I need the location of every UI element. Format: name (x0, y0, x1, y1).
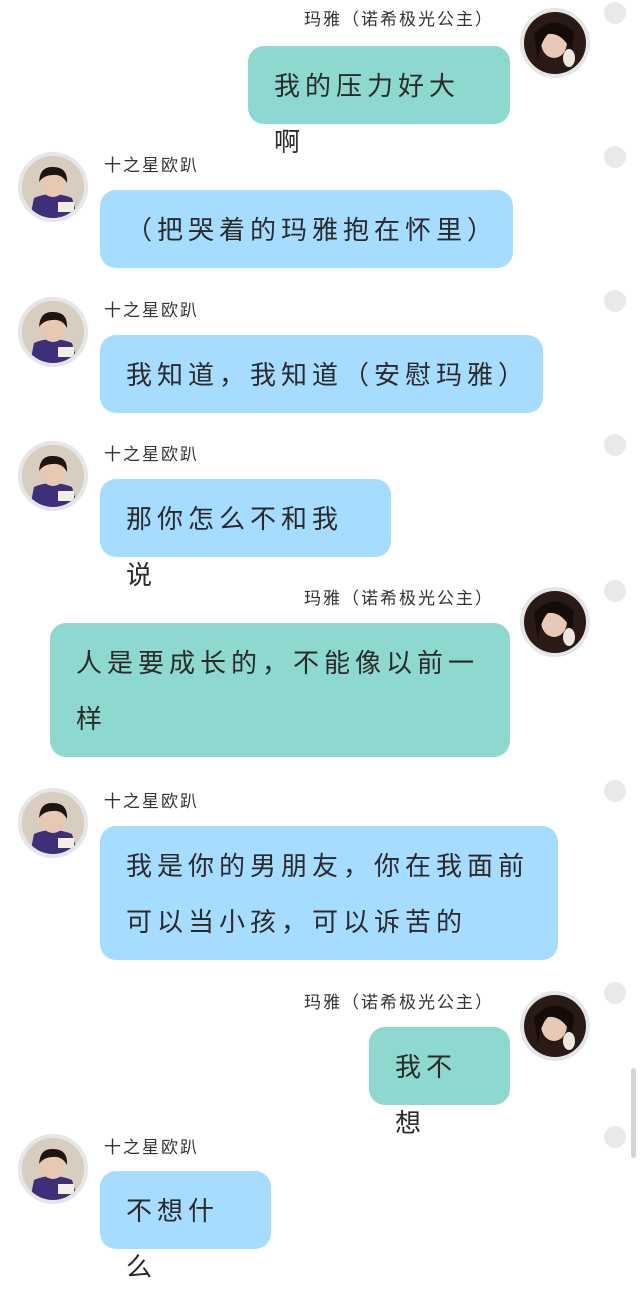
avatar[interactable] (18, 152, 88, 222)
message-bubble[interactable]: 那你怎么不和我说 (100, 479, 391, 591)
message-bubble[interactable]: 我是你的男朋友，你在我面前可以当小孩，可以诉苦的 (100, 826, 558, 960)
sender-name: 玛雅（诺希极光公主） (304, 993, 494, 1013)
avatar[interactable] (18, 1134, 88, 1204)
avatar[interactable] (18, 441, 88, 511)
message-bubble[interactable]: 我知道，我知道（安慰玛雅） (100, 335, 543, 413)
status-dot (604, 434, 626, 456)
avatar-boy-image (22, 1138, 84, 1200)
avatar[interactable] (520, 8, 590, 78)
avatar-maya-image (524, 995, 586, 1057)
sender-name: 十之星欧趴 (104, 792, 199, 812)
sender-name: 十之星欧趴 (104, 445, 199, 465)
message-bubble[interactable]: 我不想 (369, 1027, 510, 1139)
sender-name: 玛雅（诺希极光公主） (304, 10, 494, 30)
avatar[interactable] (18, 788, 88, 858)
status-dot (604, 780, 626, 802)
sender-name: 玛雅（诺希极光公主） (304, 589, 494, 609)
sender-name: 十之星欧趴 (104, 301, 199, 321)
avatar[interactable] (520, 991, 590, 1061)
sender-name: 十之星欧趴 (104, 156, 199, 176)
status-dot (604, 580, 626, 602)
status-dot (604, 1126, 626, 1148)
status-dot (604, 2, 626, 24)
avatar-boy-image (22, 792, 84, 854)
scrollbar[interactable] (631, 1068, 636, 1158)
avatar[interactable] (520, 587, 590, 657)
message-bubble[interactable]: 不想什么 (100, 1171, 271, 1283)
message-bubble[interactable]: 我的压力好大啊 (248, 46, 510, 158)
sender-name: 十之星欧趴 (104, 1138, 199, 1158)
avatar-boy-image (22, 301, 84, 363)
avatar-boy-image (22, 156, 84, 218)
avatar-maya-image (524, 591, 586, 653)
message-bubble[interactable]: 人是要成长的，不能像以前一样 (50, 623, 510, 757)
status-dot (604, 982, 626, 1004)
status-dot (604, 290, 626, 312)
avatar[interactable] (18, 297, 88, 367)
message-bubble[interactable]: （把哭着的玛雅抱在怀里） (100, 190, 513, 268)
avatar-boy-image (22, 445, 84, 507)
status-dot (604, 146, 626, 168)
avatar-maya-image (524, 12, 586, 74)
